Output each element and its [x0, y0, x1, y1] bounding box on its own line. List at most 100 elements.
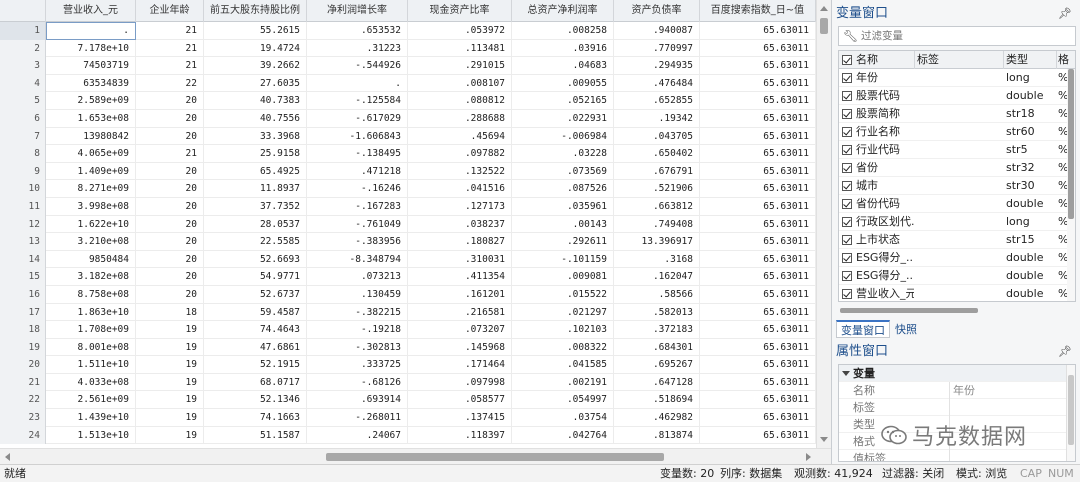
- table-cell[interactable]: .663812: [614, 197, 700, 216]
- scroll-thumb[interactable]: [1068, 375, 1074, 445]
- variable-checkbox[interactable]: [842, 217, 852, 227]
- table-cell[interactable]: .145968: [408, 338, 512, 357]
- table-cell[interactable]: 52.6693: [204, 250, 307, 269]
- table-cell[interactable]: 65.63011: [700, 180, 816, 198]
- column-header[interactable]: 总资产净利润率: [512, 0, 614, 22]
- table-cell[interactable]: -.125584: [307, 92, 408, 110]
- table-cell[interactable]: .03754: [512, 409, 614, 427]
- variable-list-item[interactable]: ESG得分_... double%: [839, 267, 1075, 285]
- variable-list-item[interactable]: 城市 str30%: [839, 177, 1075, 195]
- table-cell[interactable]: 19: [136, 409, 204, 427]
- table-cell[interactable]: 21: [136, 22, 204, 40]
- grid-horizontal-scrollbar[interactable]: [0, 448, 831, 464]
- table-cell[interactable]: 65.63011: [700, 426, 816, 445]
- table-cell[interactable]: 65.63011: [700, 356, 816, 374]
- variable-checkbox[interactable]: [842, 109, 852, 119]
- table-cell[interactable]: 3.210e+08: [46, 233, 136, 251]
- table-cell[interactable]: 20: [136, 233, 204, 251]
- row-number[interactable]: 12: [0, 215, 46, 234]
- table-cell[interactable]: 28.0537: [204, 215, 307, 234]
- table-cell[interactable]: 1.409e+09: [46, 162, 136, 181]
- table-cell[interactable]: 4.033e+08: [46, 373, 136, 392]
- table-cell[interactable]: 65.63011: [700, 373, 816, 392]
- table-cell[interactable]: .171464: [408, 356, 512, 374]
- select-all-checkbox[interactable]: [842, 55, 852, 65]
- table-cell[interactable]: .411354: [408, 268, 512, 286]
- table-cell[interactable]: .052165: [512, 92, 614, 110]
- table-cell[interactable]: .180827: [408, 233, 512, 251]
- table-cell[interactable]: .015522: [512, 285, 614, 304]
- table-cell[interactable]: 65.63011: [700, 197, 816, 216]
- table-cell[interactable]: 19: [136, 373, 204, 392]
- variable-list-item[interactable]: 省份代码 double%: [839, 195, 1075, 213]
- row-number[interactable]: 1: [0, 22, 46, 40]
- table-cell[interactable]: 47.6861: [204, 338, 307, 357]
- table-cell[interactable]: .008322: [512, 338, 614, 357]
- table-cell[interactable]: 21: [136, 145, 204, 163]
- table-cell[interactable]: .521906: [614, 180, 700, 198]
- table-cell[interactable]: 65.63011: [700, 285, 816, 304]
- row-number[interactable]: 5: [0, 92, 46, 110]
- table-cell[interactable]: .009055: [512, 74, 614, 93]
- table-cell[interactable]: .695267: [614, 356, 700, 374]
- table-cell[interactable]: 65.63011: [700, 268, 816, 286]
- table-cell[interactable]: -.544926: [307, 57, 408, 75]
- variable-list-item[interactable]: 行业名称 str60%: [839, 123, 1075, 141]
- table-cell[interactable]: 20: [136, 250, 204, 269]
- table-cell[interactable]: .652855: [614, 92, 700, 110]
- table-cell[interactable]: .087526: [512, 180, 614, 198]
- table-cell[interactable]: 51.1587: [204, 426, 307, 445]
- table-cell[interactable]: 7.178e+10: [46, 39, 136, 58]
- property-row[interactable]: 标签: [839, 399, 1075, 416]
- row-number[interactable]: 4: [0, 74, 46, 93]
- properties-scrollbar[interactable]: [1066, 365, 1075, 461]
- table-cell[interactable]: 59.4587: [204, 303, 307, 322]
- variable-checkbox[interactable]: [842, 91, 852, 101]
- table-cell[interactable]: .073207: [408, 321, 512, 339]
- row-number[interactable]: 20: [0, 356, 46, 374]
- table-cell[interactable]: 20: [136, 162, 204, 181]
- table-cell[interactable]: .038237: [408, 215, 512, 234]
- table-cell[interactable]: 9850484: [46, 250, 136, 269]
- table-cell[interactable]: -.617029: [307, 109, 408, 128]
- table-cell[interactable]: 1.513e+10: [46, 426, 136, 445]
- row-number[interactable]: 2: [0, 39, 46, 58]
- variable-list-item[interactable]: 上市状态 str15%: [839, 231, 1075, 249]
- table-cell[interactable]: .471218: [307, 162, 408, 181]
- pin-icon[interactable]: 📌︎: [1058, 7, 1072, 20]
- table-cell[interactable]: .022931: [512, 109, 614, 128]
- table-cell[interactable]: 19: [136, 391, 204, 410]
- table-cell[interactable]: .161201: [408, 285, 512, 304]
- scroll-thumb[interactable]: [326, 453, 664, 461]
- table-cell[interactable]: .053972: [408, 22, 512, 40]
- table-cell[interactable]: .294935: [614, 57, 700, 75]
- table-cell[interactable]: -.68126: [307, 373, 408, 392]
- variable-list-item[interactable]: 年份 long%: [839, 69, 1075, 87]
- table-cell[interactable]: .058577: [408, 391, 512, 410]
- table-cell[interactable]: .462982: [614, 409, 700, 427]
- table-cell[interactable]: .19342: [614, 109, 700, 128]
- table-cell[interactable]: 65.63011: [700, 338, 816, 357]
- table-cell[interactable]: -.101159: [512, 250, 614, 269]
- column-header[interactable]: 前五大股东持股比例: [204, 0, 307, 22]
- table-cell[interactable]: .940087: [614, 22, 700, 40]
- variable-checkbox[interactable]: [842, 145, 852, 155]
- table-cell[interactable]: 2.589e+09: [46, 92, 136, 110]
- column-header[interactable]: 净利润增长率: [307, 0, 408, 22]
- table-cell[interactable]: .291015: [408, 57, 512, 75]
- table-cell[interactable]: .24067: [307, 426, 408, 445]
- table-cell[interactable]: .00143: [512, 215, 614, 234]
- table-cell[interactable]: 19.4724: [204, 39, 307, 58]
- table-cell[interactable]: 65.63011: [700, 22, 816, 40]
- variable-list-item[interactable]: 营业收入_元 double%: [839, 285, 1075, 301]
- table-cell[interactable]: .476484: [614, 74, 700, 93]
- table-cell[interactable]: .021297: [512, 303, 614, 322]
- row-number[interactable]: 23: [0, 409, 46, 427]
- table-cell[interactable]: .042764: [512, 426, 614, 445]
- table-cell[interactable]: .: [46, 22, 136, 40]
- table-cell[interactable]: 33.3968: [204, 127, 307, 146]
- table-cell[interactable]: .333725: [307, 356, 408, 374]
- table-cell[interactable]: .3168: [614, 250, 700, 269]
- row-number[interactable]: 22: [0, 391, 46, 410]
- table-cell[interactable]: 18: [136, 303, 204, 322]
